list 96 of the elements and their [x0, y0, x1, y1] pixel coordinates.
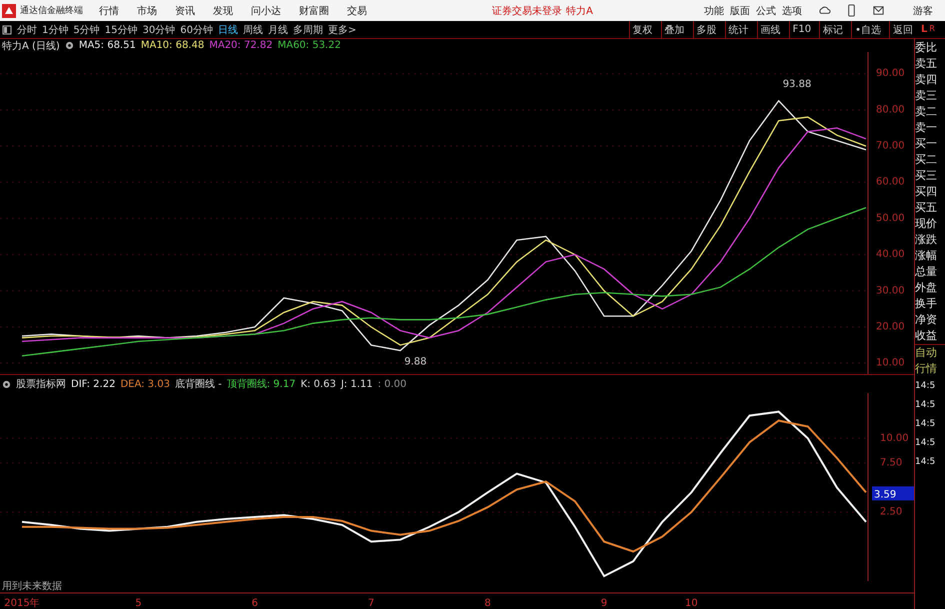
indicator-value: : 0.00	[378, 378, 407, 390]
date-axis-label: 7	[368, 598, 374, 609]
toolbar-button[interactable]: •自选	[851, 21, 884, 38]
indicator-value: 股票指标网	[16, 378, 66, 391]
axis-label: 90.00	[876, 68, 905, 80]
period-tab[interactable]: 日线	[218, 22, 238, 36]
axis-label: 60.00	[876, 176, 905, 188]
menu-item[interactable]: 功能	[704, 4, 724, 18]
quote-label: 现价	[915, 216, 938, 232]
period-tab[interactable]: 更多>	[328, 22, 356, 36]
login-status: 证券交易未登录	[492, 4, 562, 18]
trade-time: 14:5	[915, 418, 936, 431]
price-label: 93.88	[782, 78, 812, 90]
quote-label: 买四	[915, 184, 938, 200]
period-tab[interactable]: 月线	[268, 22, 288, 36]
quote-label: 卖五	[915, 56, 938, 72]
trade-time: 14:5	[915, 380, 936, 393]
menu-item[interactable]: 交易	[347, 4, 367, 18]
axis-label: 2.50	[880, 506, 902, 518]
period-tab[interactable]: 多周期	[292, 22, 323, 36]
date-axis-label: 8	[484, 598, 491, 609]
quote-label: 买一	[915, 136, 938, 152]
quote-label: 买三	[915, 168, 938, 184]
stock-title: 特力A	[566, 4, 593, 18]
period-tab[interactable]: 1分钟	[42, 22, 68, 36]
settings-icon[interactable]	[2, 380, 11, 388]
quote-label: 净资	[915, 312, 938, 328]
date-axis-label: 6	[252, 598, 258, 609]
quote-label: 卖二	[915, 104, 938, 120]
quote-label: 换手	[915, 296, 938, 312]
axis-label: 20.00	[876, 321, 905, 332]
indicator-value: K: 0.63	[300, 378, 336, 390]
indicator-value: DEA: 3.03	[120, 378, 170, 390]
menu-item[interactable]: 市场	[137, 4, 157, 18]
trade-time: 14:5	[915, 399, 936, 412]
quote-label: 卖一	[915, 120, 938, 136]
panel-toggle-icon[interactable]	[2, 24, 12, 34]
price-label: 9.88	[404, 356, 427, 368]
indicator-value: MA60: 53.22	[278, 40, 341, 51]
axis-label: 70.00	[876, 140, 905, 152]
trade-label: 行情	[915, 361, 938, 377]
indicator-value: 顶背圈线: 9.17	[226, 378, 296, 391]
indicator-value: MA10: 68.48	[140, 40, 204, 51]
date-axis-label: 9	[600, 598, 608, 609]
date-axis-label: 10	[685, 598, 698, 609]
menu-item[interactable]: 公式	[756, 4, 776, 18]
axis-label: 40.00	[876, 249, 905, 260]
axis-label: 7.50	[880, 457, 902, 468]
footer-note: 用到未来数据	[2, 581, 62, 592]
quote-label: 涨跌	[915, 232, 938, 248]
quote-label: 委比	[915, 40, 938, 56]
axis-label: 10.00	[880, 432, 909, 444]
menu-item[interactable]: 选项	[782, 4, 802, 18]
mail-icon[interactable]	[872, 4, 885, 17]
indicator-value: J: 1.11	[340, 378, 373, 390]
stock-name: 特力A (日线)	[2, 40, 60, 52]
cloud-icon[interactable]	[818, 4, 831, 17]
quote-label: 收益	[915, 328, 938, 344]
quote-label: 买五	[915, 200, 938, 216]
quote-label: 总量	[915, 264, 938, 280]
period-tab[interactable]: 周线	[242, 22, 263, 36]
period-tab[interactable]: 60分钟	[180, 22, 213, 36]
trade-label: 自动	[915, 345, 938, 361]
quote-label: 涨幅	[915, 248, 938, 264]
menu-item[interactable]: 财富圈	[299, 4, 329, 18]
axis-label: 30.00	[876, 285, 905, 296]
axis-label: 80.00	[876, 104, 905, 116]
user-label[interactable]: 游客	[913, 4, 933, 18]
panel-tab[interactable]: R	[929, 24, 935, 35]
menu-item[interactable]: 资讯	[175, 4, 195, 18]
quote-label: 卖四	[915, 72, 938, 88]
quote-label: 买二	[915, 152, 938, 168]
menu-item[interactable]: 发现	[213, 4, 233, 18]
panel-tab[interactable]: L	[921, 24, 928, 35]
indicator-value: MA5: 68.51	[78, 40, 136, 51]
indicator-value: MA20: 72.82	[209, 40, 273, 51]
period-tab[interactable]: 15分钟	[104, 22, 138, 36]
menu-item[interactable]: 行情	[99, 4, 119, 18]
trade-time: 14:5	[915, 456, 936, 469]
period-tab[interactable]: 5分钟	[73, 22, 100, 36]
trade-time: 14:5	[915, 437, 936, 450]
axis-label: 50.00	[876, 212, 905, 224]
settings-icon[interactable]	[64, 41, 74, 50]
quote-label: 外盘	[915, 280, 938, 296]
current-value-marker: 3.59	[872, 486, 914, 500]
period-tab[interactable]: 分时	[17, 22, 37, 36]
quote-label: 卖三	[915, 88, 938, 104]
menu-item[interactable]: 版面	[730, 4, 750, 18]
date-axis-label: 5	[135, 598, 142, 609]
period-tab[interactable]: 30分钟	[142, 22, 176, 36]
indicator-value: DIF: 2.22	[71, 378, 116, 390]
window-title: 通达信金融终端	[20, 4, 83, 17]
menu-item[interactable]: 问小达	[251, 4, 281, 18]
date-axis-label: 2015年	[4, 598, 40, 609]
indicator-value: 底背圈线 -	[174, 378, 222, 391]
axis-label: 10.00	[876, 358, 905, 369]
